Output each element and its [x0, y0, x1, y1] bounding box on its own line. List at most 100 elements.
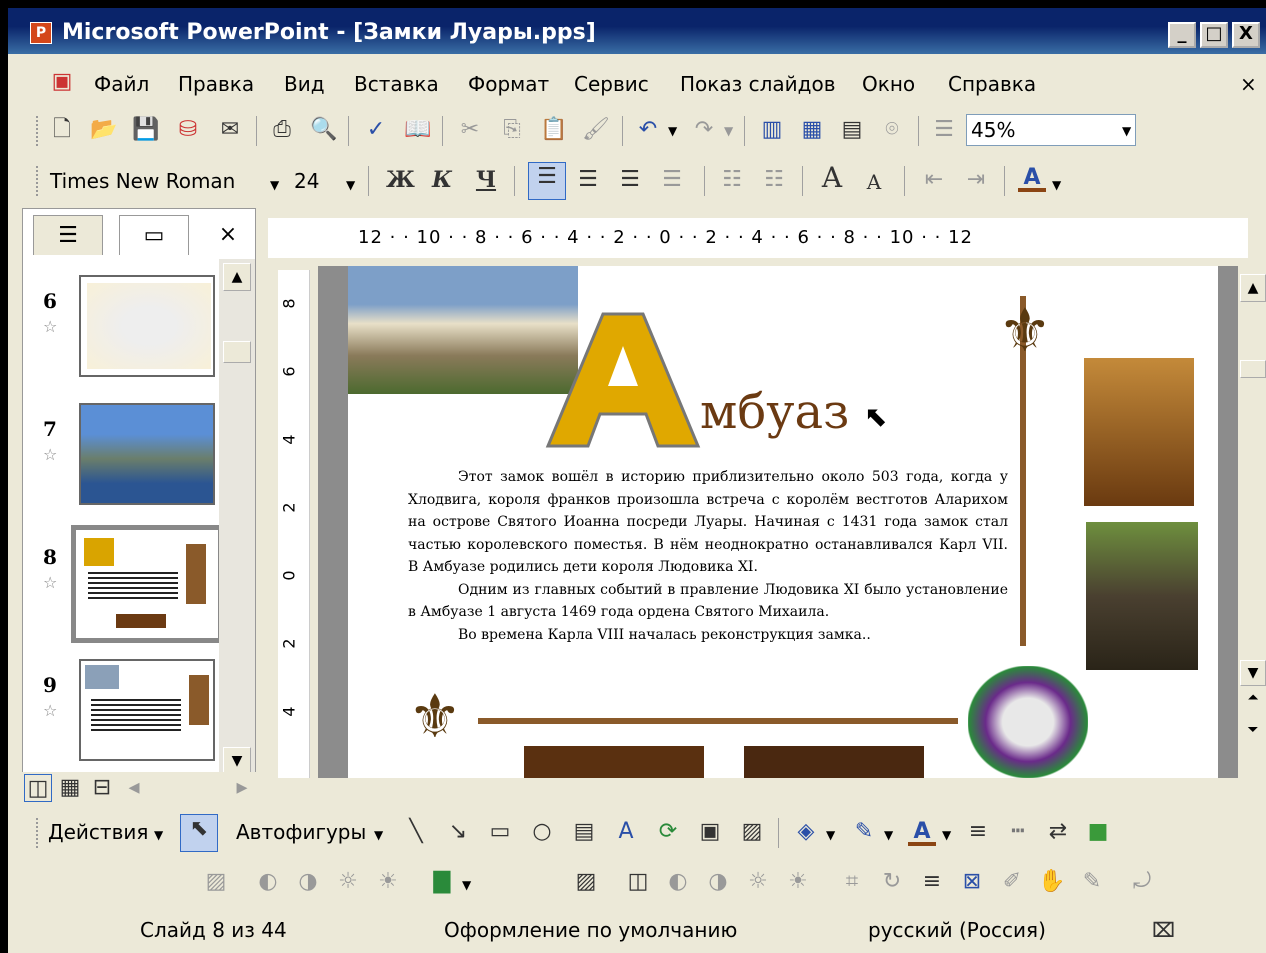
pane-scrollbar[interactable]: ▲ ▼	[219, 259, 255, 775]
arrow-icon[interactable]: ↘	[444, 818, 472, 846]
slide-thumbnail-9[interactable]	[79, 659, 215, 761]
less-brightness-icon[interactable]: ☀	[374, 868, 402, 896]
font-name-select[interactable]: Times New Roman	[46, 166, 270, 198]
font-size-select[interactable]: 24	[290, 166, 342, 198]
slide-canvas[interactable]: А мбуаз ⬉ ⚜ Этот замок вошёл в историю п…	[348, 266, 1218, 778]
autoshapes-menu[interactable]: Автофигуры	[236, 820, 366, 844]
slide-body-text[interactable]: Этот замок вошёл в историю приблизительн…	[408, 466, 1008, 646]
decrease-indent-icon[interactable]: ⇤	[920, 166, 948, 194]
brightness-up-icon[interactable]: ☼	[744, 868, 772, 896]
shadow-icon[interactable]: ■	[1084, 818, 1112, 846]
font-color-icon[interactable]: A	[908, 818, 936, 846]
toolbar-grip[interactable]	[36, 166, 40, 196]
menu-help[interactable]: Справка	[948, 72, 1036, 96]
numbering-icon[interactable]: ☷	[718, 166, 746, 194]
brightness-down-icon[interactable]: ☀	[784, 868, 812, 896]
toolbar-grip[interactable]	[36, 116, 40, 146]
bold-button[interactable]: Ж	[386, 166, 415, 194]
menu-edit[interactable]: Правка	[178, 72, 254, 96]
normal-view-icon[interactable]: ◫	[24, 774, 52, 802]
new-icon[interactable]: 🗋	[48, 116, 76, 144]
chevron-down-icon[interactable]: ▼	[668, 124, 677, 138]
undo-icon[interactable]: ↶	[634, 116, 662, 144]
shrink-font-button[interactable]: A	[860, 168, 888, 196]
format-picture-icon[interactable]: ✋	[1038, 868, 1066, 896]
research-icon[interactable]: 📖	[404, 116, 432, 144]
spelling-icon[interactable]: ✓	[362, 116, 390, 144]
oval-icon[interactable]: ○	[528, 818, 556, 846]
scroll-up-icon[interactable]: ▲	[223, 263, 251, 291]
align-left-icon[interactable]: ☰	[528, 162, 566, 200]
insert-picture-icon[interactable]: ▨	[202, 868, 230, 896]
close-document-button[interactable]: ×	[1240, 72, 1257, 96]
scroll-left-icon[interactable]: ◂	[120, 774, 148, 802]
save-icon[interactable]: 💾	[132, 116, 160, 144]
slide-thumbnail-6[interactable]	[79, 275, 215, 377]
menu-format[interactable]: Формат	[468, 72, 549, 96]
slide-thumbnail-8[interactable]	[71, 525, 223, 643]
crop-icon[interactable]: ⌗	[838, 868, 866, 896]
text-box-icon[interactable]: ▤	[570, 818, 598, 846]
chevron-down-icon[interactable]: ▼	[942, 828, 951, 842]
italic-button[interactable]: К	[428, 166, 456, 194]
chevron-down-icon[interactable]: ▼	[724, 124, 733, 138]
menu-file[interactable]: Файл	[94, 72, 149, 96]
scroll-thumb[interactable]	[223, 341, 251, 363]
brightness-icon[interactable]: ◑	[704, 868, 732, 896]
color-mode-icon[interactable]: ◫	[624, 868, 652, 896]
slides-tab[interactable]: ▭	[119, 215, 189, 255]
menu-view[interactable]: Вид	[284, 72, 325, 96]
toolbar-grip[interactable]	[36, 818, 40, 848]
picture-icon[interactable]: ▨	[738, 818, 766, 846]
scroll-down-icon[interactable]: ▼	[1240, 660, 1266, 686]
menu-window[interactable]: Окно	[862, 72, 915, 96]
chevron-down-icon[interactable]: ▼	[826, 828, 835, 842]
font-color-button[interactable]: A	[1018, 164, 1046, 192]
chevron-down-icon[interactable]: ▼	[462, 878, 471, 892]
open-icon[interactable]: 📂	[90, 116, 118, 144]
scroll-thumb[interactable]	[1240, 360, 1266, 378]
dash-style-icon[interactable]: ┅	[1004, 818, 1032, 846]
permission-icon[interactable]: ⛁	[174, 116, 202, 144]
slide-scrollbar[interactable]: ▲ ▼ ⏶ ⏷	[1240, 270, 1266, 780]
line-style-icon[interactable]: ≡	[918, 868, 946, 896]
chevron-down-icon[interactable]: ▼	[270, 178, 279, 192]
transparent-color-icon[interactable]: ✎	[1078, 868, 1106, 896]
contrast-icon[interactable]: ◐	[664, 868, 692, 896]
powerpoint-icon[interactable]: P	[30, 22, 52, 44]
hyperlink-icon[interactable]: ⌾	[878, 116, 906, 144]
line-icon[interactable]: ╲	[402, 818, 430, 846]
clip-art-icon[interactable]: ▣	[696, 818, 724, 846]
more-contrast-icon[interactable]: ◐	[254, 868, 282, 896]
chevron-down-icon[interactable]: ▼	[884, 828, 893, 842]
reset-picture-icon[interactable]: ⤾	[1128, 868, 1156, 896]
less-contrast-icon[interactable]: ◑	[294, 868, 322, 896]
actions-menu[interactable]: Действия	[48, 820, 148, 844]
fill-color-icon[interactable]: ◈	[792, 818, 820, 846]
rotate-icon[interactable]: ↻	[878, 868, 906, 896]
align-center-icon[interactable]: ☰	[574, 166, 602, 194]
chevron-down-icon[interactable]: ▼	[1122, 124, 1131, 138]
cut-icon[interactable]: ✂	[456, 116, 484, 144]
outline-tab[interactable]: ☰	[33, 215, 103, 255]
align-right-icon[interactable]: ☰	[616, 166, 644, 194]
recolor-icon[interactable]: ✐	[998, 868, 1026, 896]
chevron-down-icon[interactable]: ▼	[154, 828, 163, 842]
title-bar[interactable]: P Microsoft PowerPoint - [Замки Луары.pp…	[8, 8, 1266, 54]
line-color-icon[interactable]: ✎	[850, 818, 878, 846]
grow-font-button[interactable]: A	[818, 164, 846, 192]
more-brightness-icon[interactable]: ☼	[334, 868, 362, 896]
scroll-down-icon[interactable]: ▼	[223, 747, 251, 775]
bullets-icon[interactable]: ☷	[760, 166, 788, 194]
minimize-button[interactable]: _	[1168, 22, 1196, 48]
arrow-style-icon[interactable]: ⇄	[1044, 818, 1072, 846]
copy-icon[interactable]: ⎘	[498, 116, 526, 144]
chevron-down-icon[interactable]: ▼	[374, 828, 383, 842]
print-icon[interactable]: ⎙	[268, 116, 296, 144]
diagram-icon[interactable]: ⟳	[654, 818, 682, 846]
underline-button[interactable]: Ч	[472, 166, 500, 194]
menu-slideshow[interactable]: Показ слайдов	[680, 72, 836, 96]
rectangle-icon[interactable]: ▭	[486, 818, 514, 846]
paste-icon[interactable]: 📋	[540, 116, 568, 144]
slide-thumbnail-7[interactable]	[79, 403, 215, 505]
